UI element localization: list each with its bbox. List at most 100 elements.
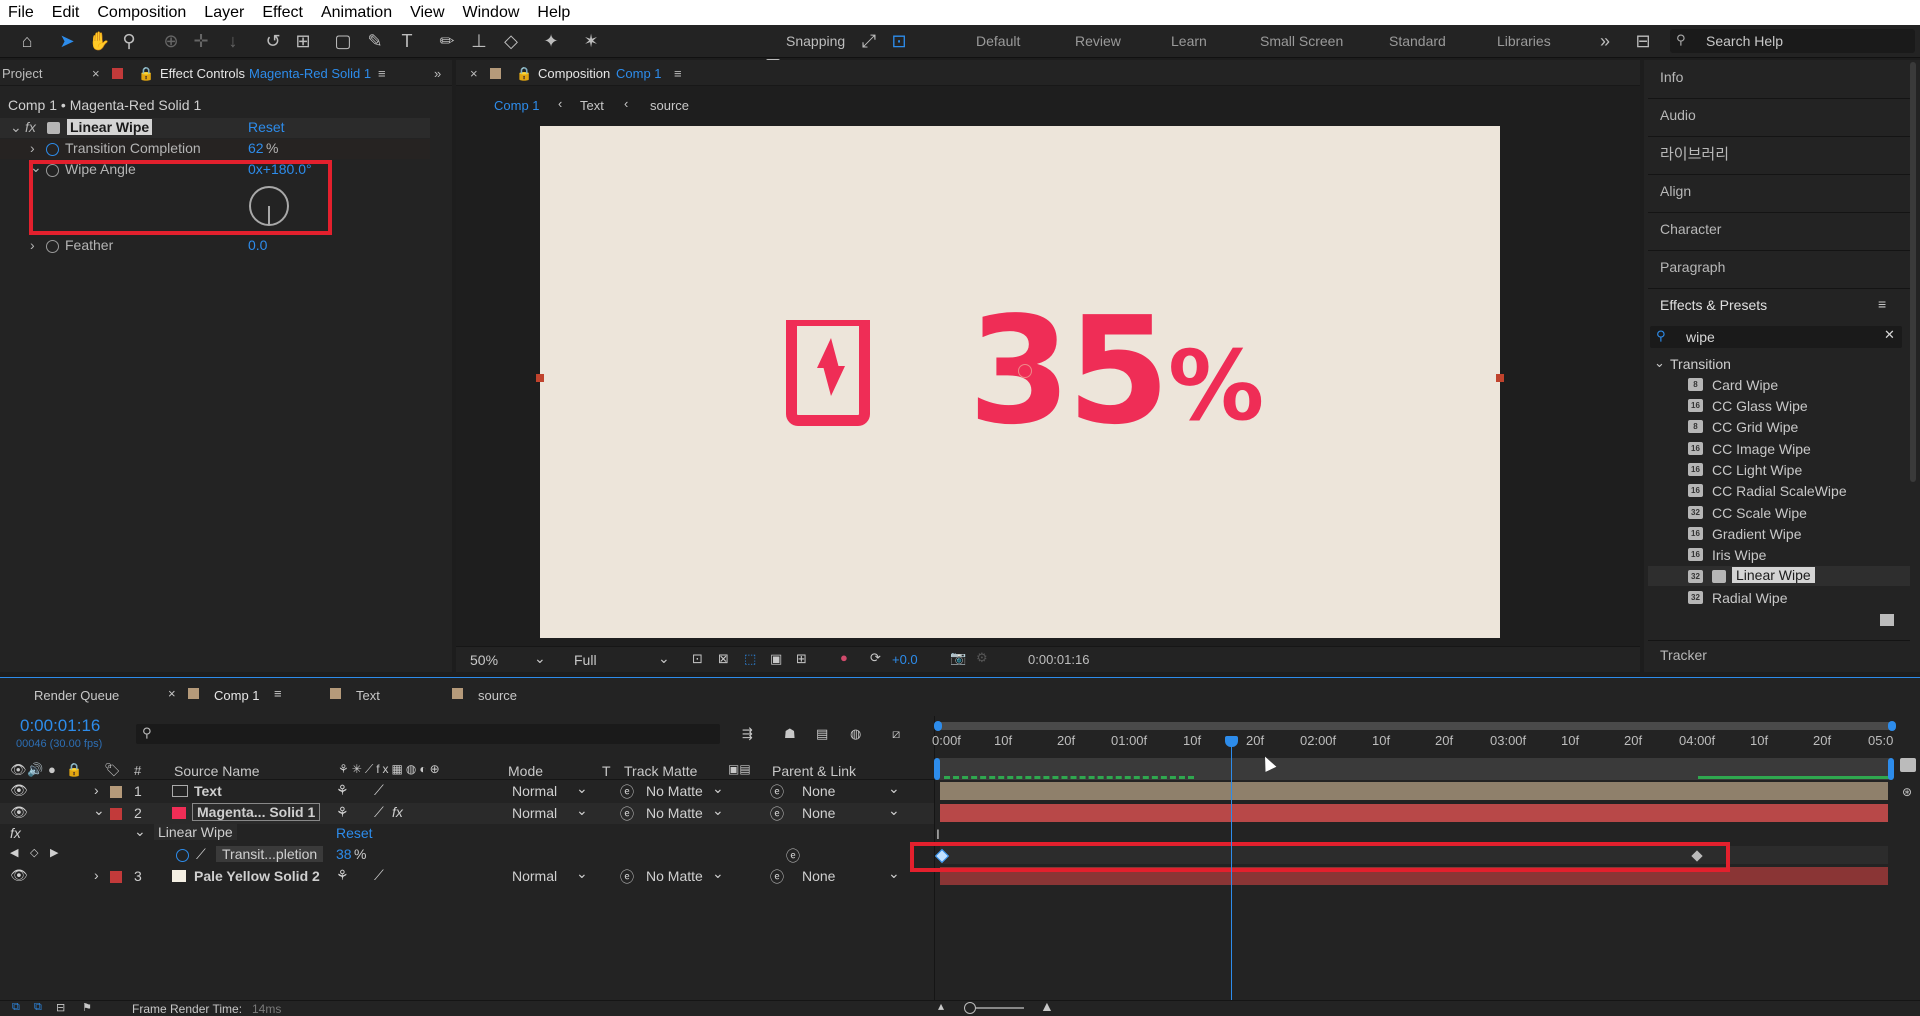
effect-cc-grid-wipe[interactable]: CC Grid Wipe xyxy=(1712,419,1798,435)
fast-previews-icon[interactable]: ⊡ xyxy=(692,651,703,667)
time-navigator-start[interactable] xyxy=(934,758,940,780)
home-icon[interactable]: ⌂ xyxy=(16,30,38,52)
expand-chevron-icon[interactable]: › xyxy=(30,237,35,253)
effect-label[interactable]: Linear Wipe xyxy=(154,824,237,840)
menu-window[interactable]: Window xyxy=(454,4,529,22)
next-keyframe-icon[interactable]: ▶ xyxy=(50,846,58,859)
matte-spiral-icon[interactable]: ⓔ xyxy=(620,804,634,824)
time-navigator-end[interactable] xyxy=(1888,758,1894,780)
effect-reset-link[interactable]: Reset xyxy=(248,119,285,135)
track-matte-dropdown[interactable]: No Matte ⌄ xyxy=(646,865,724,886)
menu-effect[interactable]: Effect xyxy=(253,4,312,22)
effect-radial-wipe[interactable]: Radial Wipe xyxy=(1712,590,1787,606)
workspace-learn[interactable]: Learn xyxy=(1171,33,1207,49)
work-area-start-handle[interactable] xyxy=(934,721,942,731)
stopwatch-icon[interactable] xyxy=(176,849,189,862)
snap-icon[interactable]: ⤢ xyxy=(858,30,880,52)
preview-timecode[interactable]: 0:00:01:16 xyxy=(1028,652,1089,667)
panel-menu-icon[interactable]: ≡ xyxy=(674,66,682,81)
effect-cc-image-wipe[interactable]: CC Image Wipe xyxy=(1712,441,1811,457)
tab-effect-controls-layer[interactable]: Magenta-Red Solid 1 xyxy=(249,66,371,81)
eye-icon[interactable]: 👁 xyxy=(10,782,28,799)
dolly-tool-icon[interactable]: ↓ xyxy=(222,30,244,52)
stopwatch-icon[interactable] xyxy=(46,143,59,156)
brush-tool-icon[interactable]: ✏ xyxy=(436,30,458,52)
mask-visibility-icon[interactable]: ⬚ xyxy=(744,651,756,667)
effect-card-wipe[interactable]: Card Wipe xyxy=(1712,377,1778,393)
collapse-chevron-icon[interactable]: ⌄ xyxy=(1654,355,1665,371)
panel-menu-icon[interactable]: ≡ xyxy=(1878,296,1886,312)
parent-dropdown[interactable]: None ⌄ xyxy=(802,780,902,801)
layer-name[interactable]: Magenta... Solid 1 xyxy=(192,803,321,821)
more-workspaces-icon[interactable]: » xyxy=(1594,30,1616,52)
matte-spiral-icon[interactable]: ⓔ xyxy=(620,782,634,802)
close-icon[interactable]: × xyxy=(168,686,176,701)
property-value[interactable]: 0.0 xyxy=(248,237,267,253)
shy-switch-icon[interactable]: ⚘ xyxy=(336,867,349,884)
layer-handle-right[interactable] xyxy=(1496,374,1504,382)
collapse-chevron-icon[interactable]: ⌄ xyxy=(93,802,105,819)
layer-row-1[interactable]: 👁 › 1 Text ⚘ ⟋ Normal ⌄ ⓔ No Matte ⌄ ⓔ Non… xyxy=(0,780,935,802)
panel-effects-presets[interactable]: Effects & Presets xyxy=(1660,297,1767,313)
tab-source-comp[interactable]: source xyxy=(478,688,517,703)
layer-row-3[interactable]: 👁 › 3 Pale Yellow Solid 2 ⚘ ⟋ Normal ⌄ ⓔ … xyxy=(0,865,935,887)
track-matte-dropdown[interactable]: No Matte ⌄ xyxy=(646,780,724,801)
panel-align[interactable]: Align xyxy=(1660,183,1691,199)
tab-project[interactable]: Project xyxy=(2,66,42,81)
parent-dropdown[interactable]: None ⌄ xyxy=(802,865,902,886)
tab-comp-1[interactable]: Comp 1 xyxy=(214,688,260,703)
clone-stamp-tool-icon[interactable]: ⊥ xyxy=(468,30,490,52)
tab-render-queue[interactable]: Render Queue xyxy=(34,688,119,703)
effect-iris-wipe[interactable]: Iris Wipe xyxy=(1712,547,1766,563)
effect-reset-link[interactable]: Reset xyxy=(336,825,373,841)
layer-handle-left[interactable] xyxy=(536,374,544,382)
workspace-standard[interactable]: Standard xyxy=(1389,33,1446,49)
matte-spiral-icon[interactable]: ⓔ xyxy=(620,867,634,887)
composition-canvas[interactable]: 35 % xyxy=(536,126,1504,638)
menu-composition[interactable]: Composition xyxy=(88,4,195,22)
label-color[interactable] xyxy=(110,786,122,798)
effect-row-linear-wipe[interactable]: ⌄ fx Linear Wipe Reset xyxy=(0,118,430,138)
property-value[interactable]: 38 xyxy=(336,846,352,862)
property-value[interactable]: 62 xyxy=(248,140,264,156)
grid-guides-icon[interactable]: ⊞ xyxy=(796,651,807,667)
hand-tool-icon[interactable]: ✋ xyxy=(88,30,110,52)
snapshot-camera-icon[interactable]: 📷 xyxy=(950,650,966,666)
channels-icon[interactable]: ● xyxy=(840,650,848,665)
menu-file[interactable]: File xyxy=(0,4,43,22)
close-icon[interactable]: × xyxy=(470,66,478,81)
puppet-tool-icon[interactable]: ✶ xyxy=(580,30,602,52)
label-color[interactable] xyxy=(110,808,122,820)
playhead-head[interactable] xyxy=(1225,736,1238,747)
eye-icon[interactable]: 👁 xyxy=(10,804,28,821)
region-of-interest-icon[interactable]: ▣ xyxy=(770,651,782,667)
column-source-name[interactable]: Source Name xyxy=(174,763,260,779)
comp-flowchart-icon[interactable]: ⇶ xyxy=(742,726,753,742)
effect-cc-scale-wipe[interactable]: CC Scale Wipe xyxy=(1712,505,1807,521)
layer-name[interactable]: Text xyxy=(194,783,222,799)
new-bin-icon[interactable] xyxy=(1880,614,1894,626)
workspace-libraries[interactable]: Libraries xyxy=(1497,33,1551,49)
layer-bar-2[interactable] xyxy=(940,804,1888,822)
motion-blur-icon[interactable]: ◍ xyxy=(850,726,861,742)
eye-icon[interactable]: 👁 xyxy=(10,867,28,884)
expand-chevron-icon[interactable]: › xyxy=(94,782,99,798)
layer-row-2[interactable]: 👁 ⌄ 2 Magenta... Solid 1 ⚘ ⟋ fx Normal ⌄ … xyxy=(0,802,935,824)
effect-gradient-wipe[interactable]: Gradient Wipe xyxy=(1712,526,1801,542)
tab-text-comp[interactable]: Text xyxy=(356,688,380,703)
panel-character[interactable]: Character xyxy=(1660,221,1721,237)
layer-name[interactable]: Pale Yellow Solid 2 xyxy=(194,868,320,884)
exposure-value[interactable]: +0.0 xyxy=(892,652,918,667)
add-keyframe-icon[interactable]: ◇ xyxy=(30,846,38,859)
zoom-slider-thumb[interactable] xyxy=(964,1002,976,1014)
mode-dropdown[interactable]: Normal ⌄ xyxy=(512,780,588,801)
pan-tool-icon[interactable]: ✛ xyxy=(190,30,212,52)
orbit-tool-icon[interactable]: ⊕ xyxy=(160,30,182,52)
timeline-search-input[interactable]: ⚲ xyxy=(136,724,720,744)
expand-chevron-icon[interactable]: › xyxy=(94,867,99,883)
workspace-default[interactable]: Default xyxy=(976,33,1020,49)
panel-menu-icon[interactable]: ≡ xyxy=(378,66,386,81)
prev-keyframe-icon[interactable]: ◀ xyxy=(10,846,18,859)
timeline-timecode[interactable]: 0:00:01:16 xyxy=(20,716,100,736)
eraser-tool-icon[interactable]: ◇ xyxy=(500,30,522,52)
